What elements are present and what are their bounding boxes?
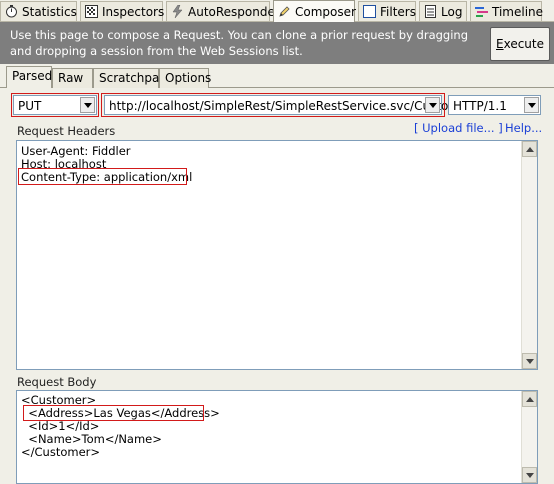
tab-label: Inspectors [102,4,165,19]
tab-label: Composer [295,4,356,19]
notepad-icon [424,5,437,18]
tab-scratchpad[interactable]: Scratchpad [93,68,167,88]
tab-options[interactable]: Options [159,68,212,88]
scroll-down-icon[interactable] [522,353,537,369]
tab-label: Raw [58,71,84,85]
tab-composer[interactable]: Composer [273,0,356,22]
tab-log[interactable]: Log [419,1,467,21]
tab-statistics[interactable]: Statistics [0,1,77,21]
execute-button[interactable]: Execute [490,27,550,61]
scroll-up-icon[interactable] [522,141,537,157]
instruction-banner: Use this page to compose a Request. You … [0,22,554,64]
upload-file-link[interactable]: [ Upload file... ] [414,121,503,135]
checkbox-icon [363,5,376,18]
url-input[interactable]: http://localhost/SimpleRest/SimpleRestSe… [104,95,484,115]
top-tab-bar: Statistics Inspectors AutoResponder Comp… [0,0,554,22]
tab-label: Scratchpad [99,71,167,85]
stopwatch-icon [5,5,18,18]
method-select[interactable]: PUT [13,95,97,115]
help-link[interactable]: Help... [505,121,542,135]
header-line: Content-Type: application/xml [21,170,193,184]
timeline-icon [475,5,488,18]
request-body-label: Request Body [17,375,97,389]
parsed-panel: PUT http://localhost/SimpleRest/SimpleRe… [0,88,554,484]
tab-raw[interactable]: Raw [52,68,93,88]
body-scrollbar[interactable] [521,391,537,483]
tab-parsed[interactable]: Parsed [6,66,52,89]
http-version-select[interactable]: HTTP/1.1 [448,95,541,115]
tab-timeline[interactable]: Timeline [470,1,544,21]
chevron-down-icon[interactable] [524,97,539,113]
http-version-value: HTTP/1.1 [453,99,507,113]
tab-autoresponder[interactable]: AutoResponder [166,1,280,21]
tab-inspectors[interactable]: Inspectors [80,1,165,21]
pencil-icon [278,5,291,18]
chevron-down-icon[interactable] [425,97,440,113]
tab-label: Parsed [12,69,53,83]
tab-label: Filters [380,4,416,19]
lightning-icon [171,4,184,19]
tab-label: Timeline [492,4,544,19]
chevron-down-icon[interactable] [80,97,95,113]
scroll-up-icon[interactable] [522,391,537,407]
method-value: PUT [18,99,42,113]
tab-label: Options [165,71,212,85]
body-line: </Customer> [21,445,101,459]
inspectors-icon [85,5,98,18]
execute-label: xecute [503,37,544,51]
composer-tabs: Parsed Raw Scratchpad Options [0,64,554,89]
request-body-textarea[interactable]: <Customer> <Address>Las Vegas</Address> … [16,390,538,484]
request-headers-textarea[interactable]: User-Agent: Fiddler Host: localhost Cont… [16,140,538,370]
request-headers-label: Request Headers [17,124,116,138]
execute-accelerator: E [496,37,504,51]
tab-label: Log [441,4,463,19]
headers-scrollbar[interactable] [521,141,537,369]
tab-label: AutoResponder [188,4,280,19]
scroll-down-icon[interactable] [522,467,537,483]
instruction-text: Use this page to compose a Request. You … [10,28,469,58]
tab-label: Statistics [22,4,77,19]
tab-filters[interactable]: Filters [358,1,416,21]
